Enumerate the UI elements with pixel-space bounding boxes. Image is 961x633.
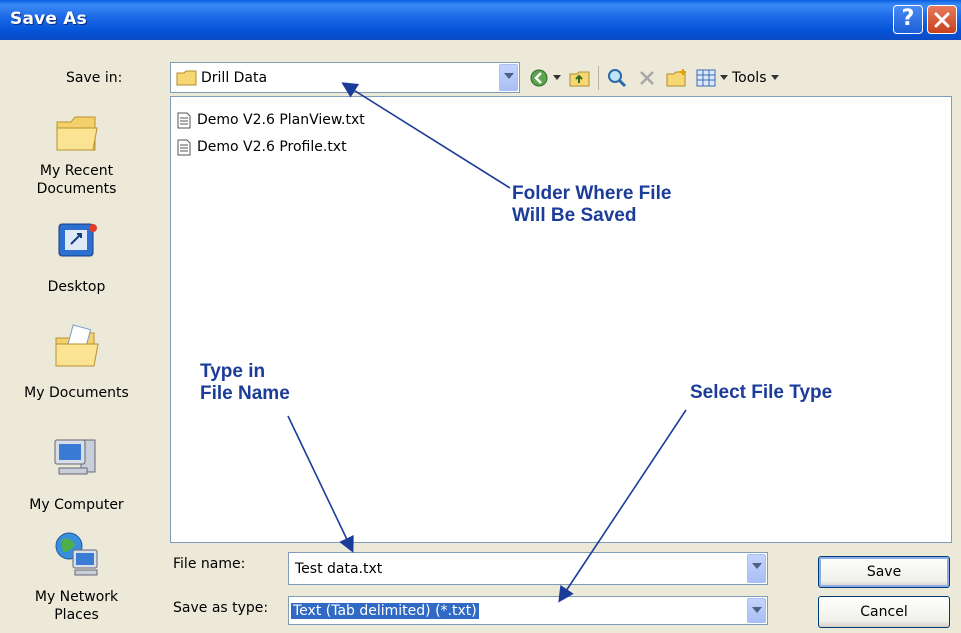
views-button[interactable]	[694, 66, 718, 90]
place-my-network-places[interactable]: My Network Places	[0, 530, 153, 630]
close-icon	[934, 12, 950, 28]
delete-x-icon	[640, 71, 654, 85]
place-label: My Computer	[29, 497, 124, 513]
place-label: My Network	[34, 589, 119, 605]
save-as-dialog: Save As ? Save in: Drill Data Tools My R…	[0, 0, 961, 633]
tools-menu-button[interactable]: Tools	[732, 66, 792, 90]
annotation-text: Type in	[200, 361, 266, 382]
back-arrow-icon	[530, 69, 548, 87]
my-computer-icon	[54, 439, 95, 475]
file-name: Demo V2.6 PlanView.txt	[197, 112, 365, 128]
network-places-icon	[55, 532, 97, 576]
chevron-down-icon	[553, 75, 561, 80]
save-as-type-select[interactable]: Text (Tab delimited) (*.txt)	[288, 596, 768, 625]
save-as-type-value: Text (Tab delimited) (*.txt)	[291, 603, 479, 619]
desktop-icon	[58, 223, 97, 257]
annotation-text: Folder Where File	[512, 183, 672, 204]
save-in-combobox[interactable]: Drill Data	[170, 62, 520, 93]
views-grid-icon	[696, 69, 716, 87]
file-name-value: Test data.txt	[295, 561, 383, 577]
file-name-input[interactable]: Test data.txt	[288, 552, 768, 585]
up-folder-icon	[569, 71, 590, 87]
toolbar-separator	[598, 66, 599, 90]
file-name-label: File name:	[173, 556, 246, 572]
place-label: My Recent	[39, 163, 114, 179]
place-my-recent-documents[interactable]: My Recent Documents	[0, 110, 153, 210]
place-label: Places	[54, 607, 99, 623]
file-name: Demo V2.6 Profile.txt	[197, 139, 347, 155]
text-file-icon	[177, 112, 191, 128]
place-my-computer[interactable]: My Computer	[0, 434, 153, 524]
file-name-dropdown-button[interactable]	[747, 554, 766, 583]
place-label: Desktop	[47, 279, 106, 295]
annotation-file-type: Select File Type	[690, 382, 832, 404]
new-folder-icon	[666, 69, 686, 87]
text-file-icon	[177, 139, 191, 155]
chevron-down-icon	[720, 75, 728, 80]
search-icon	[608, 69, 627, 88]
search-web-button[interactable]	[604, 66, 630, 90]
help-button[interactable]: ?	[893, 5, 923, 34]
window-title: Save As	[10, 9, 87, 29]
annotation-text: File Name	[200, 383, 290, 404]
tools-label: Tools	[732, 70, 767, 86]
annotation-file-name: Type in File Name	[200, 361, 290, 405]
back-button[interactable]	[527, 66, 551, 90]
folder-recent-icon	[56, 116, 98, 151]
save-button[interactable]: Save	[818, 556, 950, 588]
list-item[interactable]: Demo V2.6 PlanView.txt	[177, 110, 365, 130]
place-label: Documents	[36, 181, 117, 197]
chevron-down-icon	[770, 75, 779, 80]
save-in-label: Save in:	[66, 70, 123, 86]
close-button[interactable]	[927, 5, 957, 34]
place-label: My Documents	[24, 385, 129, 401]
up-one-level-button[interactable]	[567, 66, 593, 90]
annotation-folder: Folder Where File Will Be Saved	[512, 183, 671, 227]
annotation-text: Will Be Saved	[512, 205, 637, 226]
place-desktop[interactable]: Desktop	[0, 216, 153, 306]
file-list[interactable]: Demo V2.6 PlanView.txt Demo V2.6 Profile…	[170, 96, 952, 543]
save-in-value: Drill Data	[201, 70, 268, 86]
back-dropdown[interactable]	[551, 66, 563, 90]
delete-button[interactable]	[634, 66, 660, 90]
place-my-documents[interactable]: My Documents	[0, 324, 153, 414]
cancel-button[interactable]: Cancel	[818, 596, 950, 628]
save-in-dropdown-button[interactable]	[499, 64, 518, 91]
folder-icon	[176, 70, 197, 86]
list-item[interactable]: Demo V2.6 Profile.txt	[177, 137, 347, 157]
save-as-type-dropdown-button[interactable]	[747, 598, 766, 623]
new-folder-button[interactable]	[664, 66, 690, 90]
places-bar: My Recent Documents Desktop My Documents	[0, 96, 153, 633]
title-bar[interactable]: Save As ?	[0, 0, 961, 40]
annotation-text: Select File Type	[690, 382, 833, 403]
save-as-type-label: Save as type:	[173, 600, 269, 616]
views-dropdown[interactable]	[718, 66, 730, 90]
my-documents-icon	[55, 324, 99, 367]
